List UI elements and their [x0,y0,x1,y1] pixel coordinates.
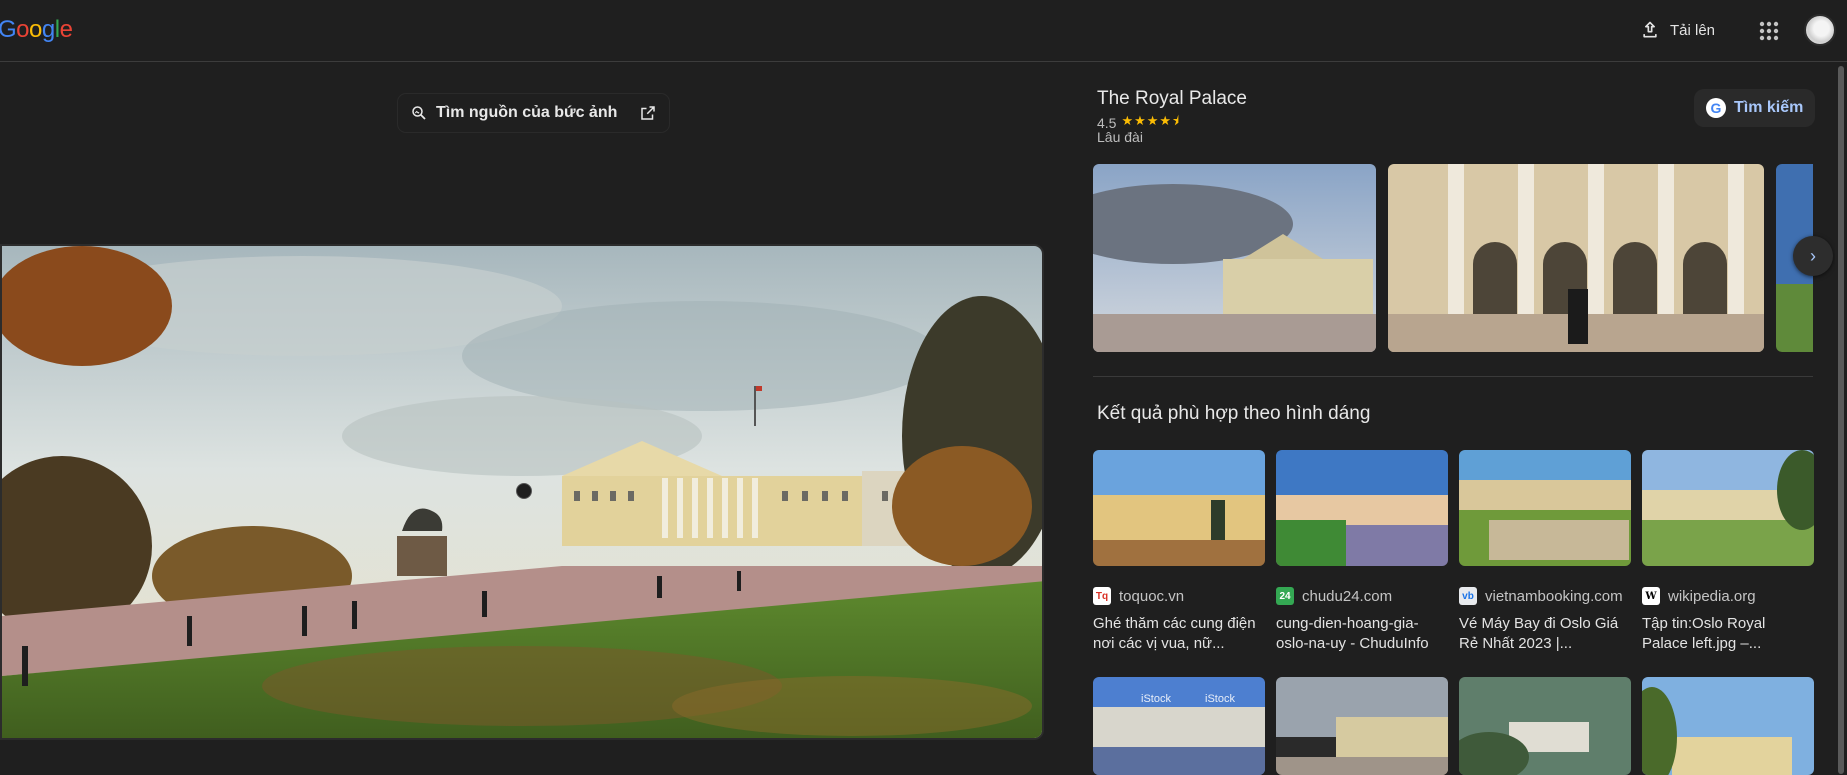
carousel-next-button[interactable]: › [1793,236,1833,276]
google-g-icon: G [1706,98,1726,118]
result-thumbnail [1459,450,1631,566]
logo-letter: e [59,16,73,43]
divider [1093,376,1813,377]
visual-match-card[interactable]: vb vietnambooking.com Vé Máy Bay đi Oslo… [1459,450,1631,654]
scrollbar[interactable] [1835,62,1847,775]
top-bar: Google Tải lên [0,0,1847,62]
google-logo[interactable]: Google [0,16,73,44]
result-source: vb vietnambooking.com [1459,587,1631,605]
search-label: Tìm kiếm [1734,99,1804,116]
result-thumbnail [1642,677,1814,775]
results-panel: The Royal Palace 4.5 ★★★★⯨ Lâu đài G Tìm… [1093,62,1833,775]
logo-letter: g [41,16,55,43]
visual-match-card[interactable] [1642,677,1814,775]
object-select-dot[interactable] [516,483,532,499]
visual-matches-title: Kết quả phù hợp theo hình dáng [1097,403,1371,424]
place-photo-carousel [1093,164,1813,352]
logo-letter: o [16,16,30,43]
result-thumbnail [1642,450,1814,566]
source-domain: chudu24.com [1302,587,1393,605]
find-image-source-button[interactable]: Tìm nguồn của bức ảnh [398,94,670,132]
scrollbar-thumb[interactable] [1838,66,1844,774]
upload-icon [1643,21,1657,38]
result-source: 24 chudu24.com [1276,587,1448,605]
visual-match-card[interactable]: 24 chudu24.com cung-dien-hoang-gia-oslo-… [1276,450,1448,654]
find-source-label: Tìm nguồn của bức ảnh [436,104,618,121]
result-source: Tq toquoc.vn [1093,587,1265,605]
chevron-right-icon: › [1810,245,1816,266]
istock-watermark: iStock [1141,693,1171,705]
istock-watermark: iStock [1205,693,1235,705]
result-title[interactable]: Tập tin:Oslo Royal Palace left.jpg –... [1642,614,1814,654]
visual-match-card[interactable]: W wikipedia.org Tập tin:Oslo Royal Palac… [1642,450,1814,654]
logo-letter: o [29,16,42,43]
logo-letter: G [0,16,17,43]
result-source: W wikipedia.org [1642,587,1814,605]
result-title[interactable]: Ghé thăm các cung điện nơi các vị vua, n… [1093,614,1265,654]
result-thumbnail [1093,450,1265,566]
result-thumbnail [1276,677,1448,775]
open-in-new-icon [641,106,656,120]
source-domain: toquoc.vn [1119,587,1185,605]
source-domain: wikipedia.org [1668,587,1756,605]
upload-button[interactable]: Tải lên [1626,12,1729,48]
chudu24-favicon-icon: 24 [1276,587,1294,605]
result-thumbnail [1276,450,1448,566]
visual-match-card[interactable]: Tq toquoc.vn Ghé thăm các cung điện nơi … [1093,450,1265,654]
image-search-icon [412,106,426,120]
toquoc-favicon-icon: Tq [1093,587,1111,605]
visual-match-card[interactable]: iStock iStock [1093,677,1265,775]
result-thumbnail [1459,677,1631,775]
place-type: Lâu đài [1097,129,1143,145]
place-photo[interactable] [1093,164,1376,352]
result-thumbnail: iStock iStock [1093,677,1265,775]
vietnambooking-favicon-icon: vb [1459,587,1477,605]
visual-match-card[interactable] [1459,677,1631,775]
result-title[interactable]: Vé Máy Bay đi Oslo Giá Rẻ Nhất 2023 |... [1459,614,1631,654]
place-photo[interactable] [1388,164,1764,352]
wikipedia-favicon-icon: W [1642,587,1660,605]
source-domain: vietnambooking.com [1485,587,1623,605]
result-title[interactable]: cung-dien-hoang-gia-oslo-na-uy - ChuduIn… [1276,614,1448,654]
search-button[interactable]: G Tìm kiếm [1694,89,1816,127]
upload-label: Tải lên [1670,21,1716,39]
place-title[interactable]: The Royal Palace [1097,88,1247,110]
account-avatar[interactable] [1804,14,1836,46]
visual-match-card[interactable] [1276,677,1448,775]
apps-grid-icon[interactable] [1756,18,1782,44]
